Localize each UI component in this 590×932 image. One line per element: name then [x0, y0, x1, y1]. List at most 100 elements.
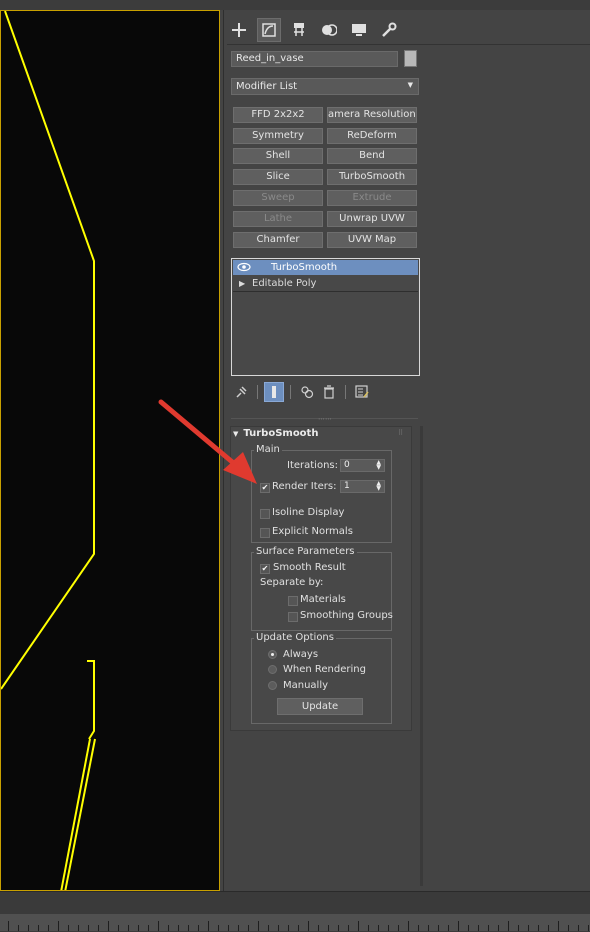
modifier-button-sweep[interactable]: Sweep	[233, 190, 323, 206]
ruler-tick	[308, 921, 309, 931]
ruler-tick	[558, 921, 559, 931]
ruler-tick	[278, 925, 279, 931]
ruler-tick	[338, 925, 339, 931]
modifier-list-dropdown[interactable]: Modifier List ▼	[231, 78, 419, 95]
ruler-tick	[178, 925, 179, 931]
modifier-stack[interactable]: TurboSmooth ▶ Editable Poly	[231, 258, 420, 376]
remove-modifier-icon[interactable]	[319, 382, 339, 402]
object-name-field[interactable]: Reed_in_vase	[231, 51, 398, 67]
modifier-button-chamfer[interactable]: Chamfer	[233, 232, 323, 248]
toolbar-separator	[290, 385, 291, 399]
smooth-result-label: Smooth Result	[273, 562, 346, 573]
spinner-arrows-icon[interactable]: ▲ ▼	[376, 481, 381, 492]
ruler-tick	[528, 925, 529, 931]
isoline-display-checkbox[interactable]	[260, 509, 270, 519]
ruler-tick	[348, 925, 349, 931]
surface-parameters-title: Surface Parameters	[254, 546, 357, 557]
ruler-tick	[228, 925, 229, 931]
ruler-tick	[48, 925, 49, 931]
create-icon[interactable]	[227, 18, 251, 42]
modifier-button-bend[interactable]: Bend	[327, 148, 417, 164]
iterations-label: Iterations:	[287, 460, 338, 471]
modifier-button-lathe[interactable]: Lathe	[233, 211, 323, 227]
modifier-button-extrude[interactable]: Extrude	[327, 190, 417, 206]
spline-outline	[1, 11, 95, 690]
spline-segment-lower-b	[64, 738, 96, 890]
when-rendering-radio[interactable]	[268, 665, 277, 674]
modifier-button-shell[interactable]: Shell	[233, 148, 323, 164]
iterations-spinner[interactable]: 0 ▲ ▼	[340, 459, 385, 472]
ruler-tick	[478, 925, 479, 931]
eye-icon[interactable]	[236, 260, 252, 274]
spline-segment-lower-a	[60, 738, 91, 890]
stack-item-editable-poly[interactable]: ▶ Editable Poly	[233, 276, 418, 291]
ruler-tick	[498, 925, 499, 931]
stack-item-label: TurboSmooth	[271, 262, 338, 273]
timeline-ruler[interactable]	[0, 914, 590, 931]
update-button[interactable]: Update	[277, 698, 363, 715]
when-rendering-label: When Rendering	[283, 664, 366, 675]
spinner-arrows-icon[interactable]: ▲ ▼	[376, 460, 381, 471]
ruler-tick	[138, 925, 139, 931]
annotation-arrow-shaft	[158, 399, 240, 469]
spline-segment-right	[87, 660, 95, 740]
stack-item-turbosmooth[interactable]: TurboSmooth	[233, 260, 418, 275]
modifier-button-turbosmooth[interactable]: TurboSmooth	[327, 169, 417, 185]
hierarchy-icon[interactable]	[287, 18, 311, 42]
ruler-tick	[258, 921, 259, 931]
ruler-tick	[428, 925, 429, 931]
ruler-tick	[588, 925, 589, 931]
explicit-normals-checkbox[interactable]	[260, 528, 270, 538]
configure-modifier-sets-icon[interactable]	[352, 382, 372, 402]
manually-radio[interactable]	[268, 681, 277, 690]
render-iters-label: Render Iters:	[272, 481, 337, 492]
resize-grip-icon[interactable]: ⋯⋯	[318, 415, 332, 423]
ruler-tick	[408, 921, 409, 931]
modifier-button-ffd[interactable]: FFD 2x2x2	[233, 107, 323, 123]
always-radio[interactable]	[268, 650, 277, 659]
ruler-tick	[368, 925, 369, 931]
iterations-value: 0	[344, 460, 350, 470]
modifier-button-camera-resolution[interactable]: amera Resolution Mo	[327, 107, 417, 123]
ruler-tick	[508, 921, 509, 931]
ruler-tick	[218, 925, 219, 931]
ruler-tick	[398, 925, 399, 931]
make-unique-icon[interactable]	[297, 382, 317, 402]
ruler-tick	[68, 925, 69, 931]
modifier-button-slice[interactable]: Slice	[233, 169, 323, 185]
show-end-result-icon[interactable]	[264, 382, 284, 402]
modifier-button-redeform[interactable]: ReDeform	[327, 128, 417, 144]
motion-icon[interactable]	[317, 18, 341, 42]
modify-icon[interactable]	[257, 18, 281, 42]
ruler-tick	[158, 921, 159, 931]
ruler-tick	[488, 925, 489, 931]
isoline-display-label: Isoline Display	[272, 507, 345, 518]
object-color-swatch[interactable]	[404, 50, 417, 67]
stack-divider	[233, 291, 418, 292]
ruler-tick	[548, 925, 549, 931]
ruler-tick	[238, 925, 239, 931]
materials-label: Materials	[300, 594, 346, 605]
ruler-tick	[108, 921, 109, 931]
ruler-tick	[118, 925, 119, 931]
modifier-button-uvw-map[interactable]: UVW Map	[327, 232, 417, 248]
ruler-tick	[28, 925, 29, 931]
explicit-normals-label: Explicit Normals	[272, 526, 353, 537]
modifier-button-symmetry[interactable]: Symmetry	[233, 128, 323, 144]
modifier-button-unwrap-uvw[interactable]: Unwrap UVW	[327, 211, 417, 227]
panel-scrollbar[interactable]	[420, 426, 423, 886]
materials-checkbox[interactable]	[288, 596, 298, 606]
ruler-tick	[8, 921, 9, 931]
ruler-tick	[188, 925, 189, 931]
ruler-tick	[438, 925, 439, 931]
rollout-grip-icon[interactable]: ⠿	[398, 429, 403, 437]
smooth-result-checkbox[interactable]: ✔	[260, 564, 270, 574]
display-icon[interactable]	[347, 18, 371, 42]
ruler-tick	[538, 925, 539, 931]
utilities-icon[interactable]	[377, 18, 401, 42]
expand-triangle-icon[interactable]: ▶	[239, 276, 245, 291]
ruler-tick	[578, 925, 579, 931]
render-iters-spinner[interactable]: 1 ▲ ▼	[340, 480, 385, 493]
smoothing-groups-checkbox[interactable]	[288, 612, 298, 622]
ruler-tick	[388, 925, 389, 931]
